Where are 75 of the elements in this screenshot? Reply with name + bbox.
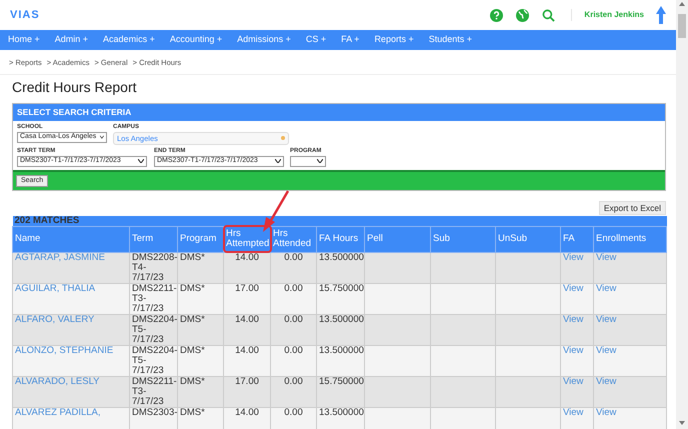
table-cell: 0.00 bbox=[270, 283, 316, 314]
globe-icon[interactable] bbox=[516, 8, 530, 22]
up-arrow-icon[interactable] bbox=[656, 6, 666, 24]
export-button[interactable]: Export to Excel bbox=[598, 200, 666, 215]
scrollbar-thumb[interactable] bbox=[678, 14, 686, 38]
search-icon[interactable] bbox=[542, 8, 556, 22]
scroll-down-icon[interactable] bbox=[679, 421, 685, 425]
view-link[interactable]: View bbox=[596, 376, 616, 387]
table-cell: DMS2211-T3-7/17/23 bbox=[130, 283, 178, 314]
column-header: FA bbox=[560, 226, 594, 252]
view-link[interactable]: View bbox=[596, 314, 616, 325]
nav-menu-item[interactable]: Admin + bbox=[54, 33, 88, 47]
table-cell: 13.500000 bbox=[316, 252, 364, 284]
panel-title: SELECT SEARCH CRITERIA bbox=[13, 104, 665, 121]
picker-icon bbox=[281, 136, 285, 140]
column-header: Hrs Attended bbox=[270, 226, 316, 252]
view-link[interactable]: View bbox=[596, 406, 616, 418]
table-cell: DMS* bbox=[178, 314, 224, 346]
column-header: Program bbox=[178, 226, 224, 252]
table-cell: 14.00 bbox=[224, 345, 270, 376]
table-cell: DMS2303- bbox=[130, 407, 178, 429]
table-cell: 0.00 bbox=[270, 407, 316, 429]
table-cell: DMS* bbox=[178, 252, 224, 284]
caret-icon bbox=[317, 159, 323, 164]
view-link[interactable]: View bbox=[596, 252, 616, 263]
help-icon[interactable] bbox=[490, 8, 504, 22]
table-cell: DMS* bbox=[178, 345, 224, 376]
table-cell: 14.00 bbox=[224, 314, 270, 346]
column-header: FA Hours bbox=[316, 226, 364, 252]
column-header: Name bbox=[12, 226, 130, 252]
table-cell: DMS* bbox=[178, 407, 224, 429]
table-cell: 0.00 bbox=[270, 345, 316, 376]
table-cell: DMS2211-T3-7/17/23 bbox=[130, 376, 178, 408]
nav-menu-item[interactable]: Accounting + bbox=[170, 33, 222, 47]
table-cell: 13.500000 bbox=[316, 407, 364, 429]
table-cell: DMS2204-T5-7/17/23 bbox=[130, 345, 178, 376]
table-cell: DMS* bbox=[178, 376, 224, 408]
table-cell: 13.500000 bbox=[316, 345, 364, 376]
matches-count: 202 MATCHES bbox=[12, 216, 667, 226]
table-cell: 17.00 bbox=[224, 283, 270, 314]
select-dropdown[interactable] bbox=[290, 156, 326, 167]
user-name[interactable]: Kristen Jenkins bbox=[571, 9, 644, 21]
column-header: UnSub bbox=[496, 226, 560, 252]
view-link[interactable]: View bbox=[596, 282, 616, 294]
scroll-up-icon[interactable] bbox=[679, 2, 685, 6]
table-cell: 0.00 bbox=[270, 252, 316, 284]
nav-menu-item[interactable]: CS + bbox=[306, 33, 326, 47]
nav-menu-item[interactable]: Admissions + bbox=[237, 33, 291, 47]
table-cell: 14.00 bbox=[224, 252, 270, 284]
table-cell: 0.00 bbox=[270, 376, 316, 408]
caret-icon bbox=[100, 135, 104, 140]
column-header: Enrollments bbox=[594, 226, 667, 252]
view-link[interactable]: View bbox=[596, 344, 616, 356]
column-header: Term bbox=[130, 226, 178, 252]
nav-menu-item[interactable]: Home + bbox=[8, 33, 40, 47]
page-title: Credit Hours Report bbox=[12, 79, 138, 96]
caret-icon bbox=[138, 159, 144, 164]
nav-menu-item[interactable]: Students + bbox=[428, 33, 472, 47]
table-cell: 14.00 bbox=[224, 407, 270, 429]
table-cell: 15.750000 bbox=[316, 376, 364, 408]
table-cell: 17.00 bbox=[224, 376, 270, 408]
column-header: Sub bbox=[430, 226, 496, 252]
table-cell: DMS* bbox=[178, 283, 224, 314]
column-header: Pell bbox=[364, 226, 430, 252]
logo[interactable]: VIAS bbox=[10, 6, 40, 24]
column-header: Hrs Attempted bbox=[224, 226, 270, 252]
table-cell: 15.750000 bbox=[316, 283, 364, 314]
table-cell: 13.500000 bbox=[316, 314, 364, 346]
table-cell: DMS2208-T4-7/17/23 bbox=[130, 252, 178, 284]
nav-menu-item[interactable]: Reports + bbox=[374, 33, 414, 47]
nav-menu-item[interactable]: FA + bbox=[341, 33, 360, 47]
table-cell: 0.00 bbox=[270, 314, 316, 346]
caret-icon bbox=[275, 159, 281, 164]
table-cell: DMS2204-T5-7/17/23 bbox=[130, 314, 178, 346]
nav-menu-item[interactable]: Academics + bbox=[103, 33, 155, 47]
